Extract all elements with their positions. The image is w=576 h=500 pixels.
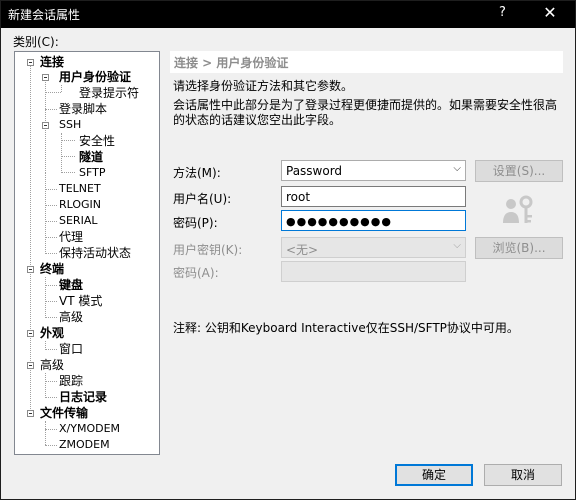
tree-item-rlogin[interactable]: RLOGIN — [59, 198, 101, 212]
tree-line — [45, 381, 57, 382]
tree-item-sftp[interactable]: SFTP — [79, 166, 105, 180]
tree-line — [45, 421, 46, 445]
tree-line — [45, 221, 57, 222]
tree-item-appearance[interactable]: 外观 — [40, 326, 64, 340]
tree-item-window[interactable]: 窗口 — [59, 342, 83, 356]
tree-line — [45, 285, 57, 286]
tree-line — [45, 373, 46, 398]
note-text: 注释: 公钥和Keyboard Interactive仅在SSH/SFTP协议中… — [173, 321, 519, 335]
tree-item-telnet[interactable]: TELNET — [59, 182, 101, 196]
category-tree[interactable]: 连接 用户身份验证 登录提示符 登录脚本 SSH 安全性 隧道 SFTP TEL… — [14, 51, 160, 455]
tree-item-advanced[interactable]: 高级 — [40, 358, 64, 372]
tree-line — [61, 85, 62, 92]
dialog-window: 新建会话属性 ? ✕ 类别(C): 连接 用户身份验证 登录提示符 登录脚本 S… — [0, 0, 576, 500]
section-title: 连接 > 用户身份验证 — [174, 56, 289, 70]
tree-item-auth[interactable]: 用户身份验证 — [59, 70, 131, 84]
ok-button[interactable]: 确定 — [395, 464, 473, 486]
category-label: 类别(C): — [13, 35, 59, 49]
passphrase-input[interactable] — [281, 261, 466, 282]
description-line: 的状态的话建议您空出此字段。 — [173, 113, 342, 127]
tree-line — [61, 172, 75, 173]
user-key-icon — [503, 195, 533, 223]
tree-line — [45, 173, 46, 254]
method-value: Password — [286, 164, 343, 178]
window-title: 新建会话属性 — [8, 8, 81, 22]
tree-item-zmodem[interactable]: ZMODEM — [59, 438, 110, 452]
password-value: ●●●●●●●●●● — [286, 215, 392, 228]
method-select[interactable]: Password ⌵ — [281, 160, 466, 181]
tree-line — [45, 349, 57, 350]
passphrase-label: 密码(A): — [173, 266, 219, 280]
tree-item-trace[interactable]: 跟踪 — [59, 374, 83, 388]
collapse-icon[interactable] — [42, 122, 49, 129]
password-input[interactable]: ●●●●●●●●●● — [281, 210, 466, 231]
tree-item-login-prompt[interactable]: 登录提示符 — [79, 86, 139, 100]
tree-line — [45, 189, 57, 190]
collapse-icon[interactable] — [42, 74, 49, 81]
tree-item-keepalive[interactable]: 保持活动状态 — [59, 246, 131, 260]
browse-button[interactable]: 浏览(B)... — [475, 237, 563, 259]
description-line: 请选择身份验证方法和其它参数。 — [173, 79, 354, 93]
collapse-icon[interactable] — [27, 330, 34, 337]
tree-item-ssh[interactable]: SSH — [59, 118, 81, 132]
tree-item-file-transfer[interactable]: 文件传输 — [40, 406, 88, 420]
tree-line — [45, 277, 46, 318]
password-label: 密码(P): — [173, 216, 218, 230]
tree-item-tunnel[interactable]: 隧道 — [79, 150, 103, 164]
tree-line — [45, 237, 57, 238]
section-header: 连接 > 用户身份验证 — [170, 51, 563, 73]
chevron-down-icon: ⌵ — [453, 240, 461, 251]
tree-line — [45, 92, 61, 93]
collapse-icon[interactable] — [27, 410, 34, 417]
close-icon[interactable]: ✕ — [539, 3, 561, 22]
collapse-icon[interactable] — [27, 362, 34, 369]
tree-item-serial[interactable]: SERIAL — [59, 214, 97, 228]
tree-line — [45, 109, 57, 110]
tree-line — [45, 301, 57, 302]
cancel-button[interactable]: 取消 — [484, 464, 562, 486]
tree-line — [45, 253, 57, 254]
tree-line — [61, 133, 62, 173]
tree-item-vt-mode[interactable]: VT 模式 — [59, 294, 102, 308]
tree-item-terminal-advanced[interactable]: 高级 — [59, 310, 83, 324]
tree-item-log[interactable]: 日志记录 — [59, 390, 107, 404]
collapse-icon[interactable] — [27, 266, 34, 273]
settings-button[interactable]: 设置(S)... — [475, 160, 563, 182]
tree-item-proxy[interactable]: 代理 — [59, 230, 83, 244]
method-label: 方法(M): — [173, 166, 221, 180]
tree-line — [45, 397, 57, 398]
tree-item-login-script[interactable]: 登录脚本 — [59, 102, 107, 116]
tree-line — [45, 317, 57, 318]
username-label: 用户名(U): — [173, 192, 232, 206]
username-value: root — [286, 190, 311, 204]
tree-item-connection[interactable]: 连接 — [40, 55, 64, 69]
username-input[interactable]: root — [281, 186, 466, 207]
tree-line — [61, 140, 75, 141]
tree-line — [61, 156, 75, 157]
user-key-value: <无> — [286, 243, 319, 257]
tree-item-security[interactable]: 安全性 — [79, 134, 115, 148]
user-key-select[interactable]: <无> ⌵ — [281, 237, 466, 258]
tree-item-xymodem[interactable]: X/YMODEM — [59, 422, 120, 436]
tree-line — [45, 205, 57, 206]
help-icon[interactable]: ? — [499, 5, 506, 20]
user-key-label: 用户密钥(K): — [173, 243, 243, 257]
tree-line — [45, 445, 57, 446]
collapse-icon[interactable] — [27, 59, 34, 66]
tree-item-keyboard[interactable]: 键盘 — [59, 278, 83, 292]
title-bar: 新建会话属性 ? ✕ — [1, 1, 575, 28]
tree-line — [45, 429, 57, 430]
tree-item-terminal[interactable]: 终端 — [40, 262, 64, 276]
chevron-down-icon: ⌵ — [453, 163, 461, 174]
